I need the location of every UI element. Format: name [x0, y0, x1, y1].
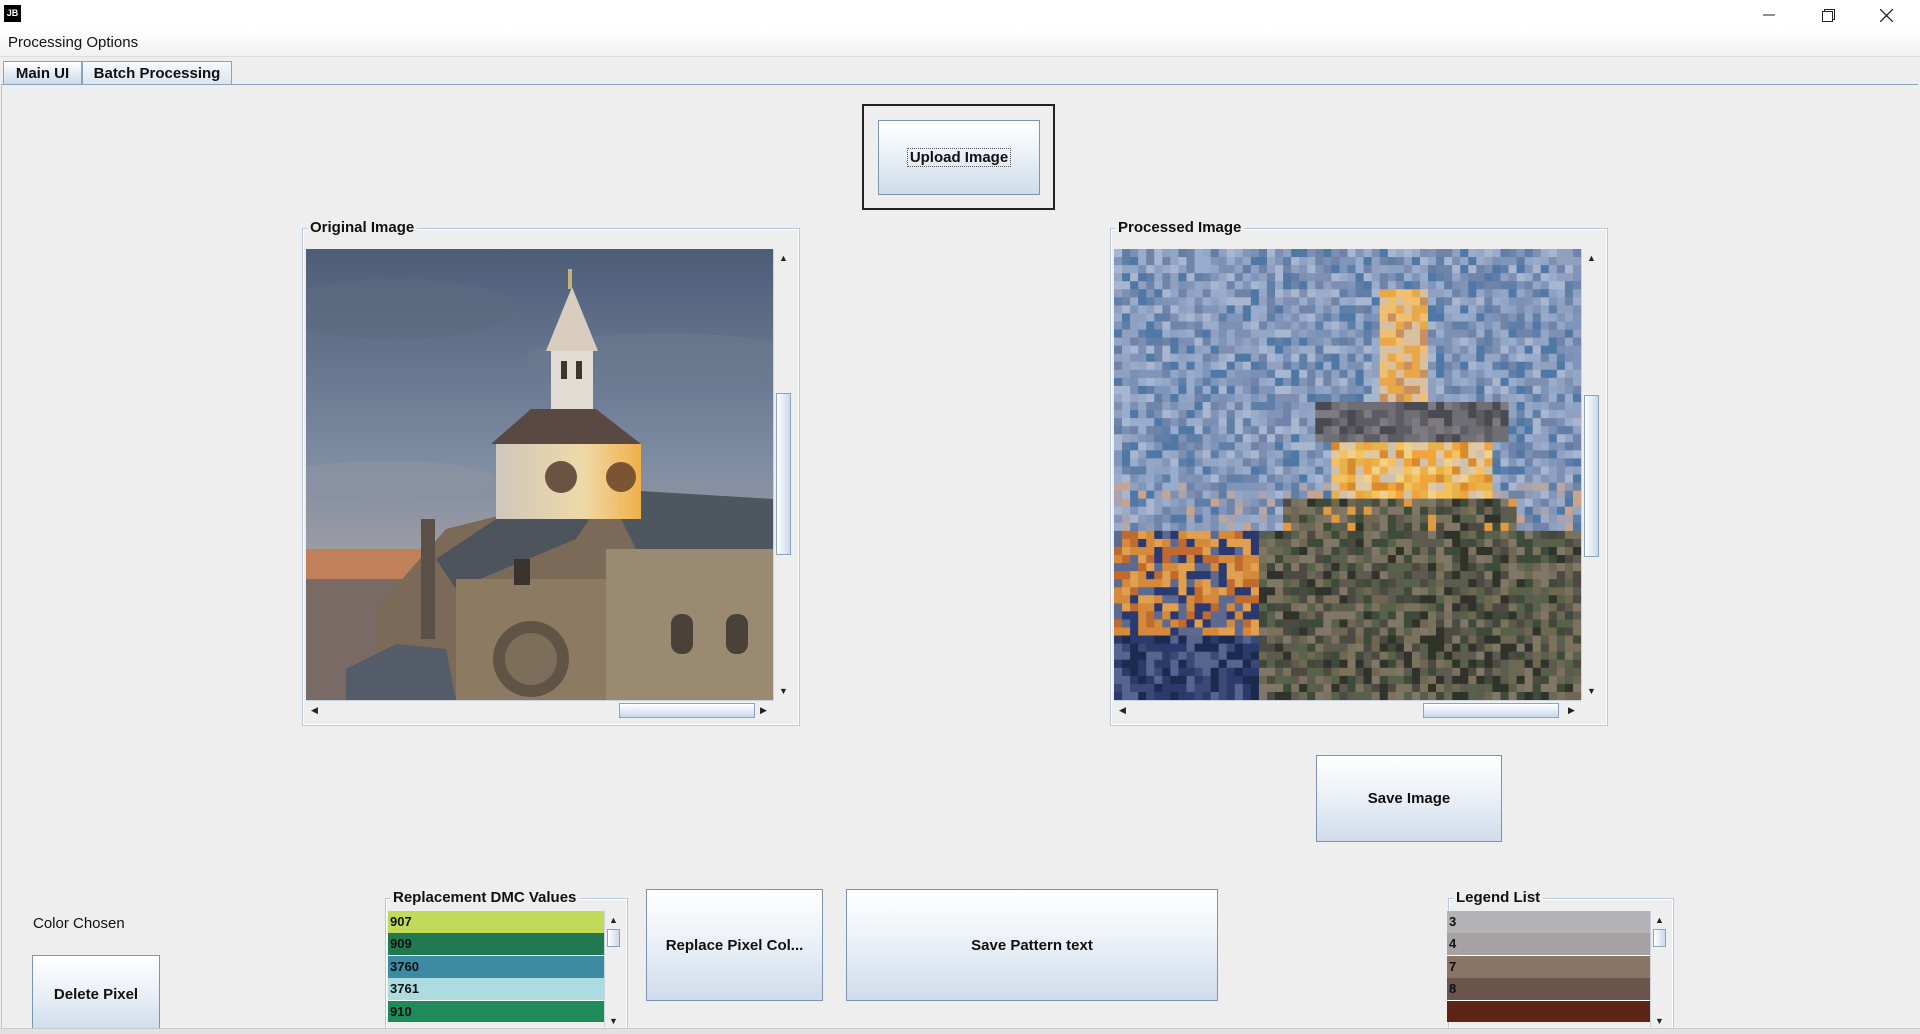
legend-list-title: Legend List [1453, 889, 1544, 906]
list-item[interactable]: 8 [1447, 978, 1650, 1001]
title-bar: JB [0, 0, 1920, 30]
scroll-down-icon[interactable]: ▼ [1583, 682, 1600, 699]
restore-icon[interactable] [1799, 0, 1857, 30]
menu-bar: Processing Options [0, 30, 1920, 57]
list-item[interactable]: 7 [1447, 955, 1650, 978]
tab-batch-processing[interactable]: Batch Processing [82, 61, 232, 84]
scroll-up-icon[interactable]: ▲ [1583, 249, 1600, 266]
scroll-down-icon[interactable]: ▼ [1651, 1015, 1668, 1027]
delete-pixel-button[interactable]: Delete Pixel [32, 955, 160, 1033]
list-item[interactable]: 3 [1447, 911, 1650, 933]
list-item[interactable]: 910 [388, 1000, 604, 1022]
main-ui-panel [1, 84, 1918, 1029]
scroll-right-icon[interactable]: ▶ [755, 702, 772, 719]
list-item[interactable]: 3760 [388, 955, 604, 978]
replacement-dmc-title: Replacement DMC Values [390, 889, 580, 906]
legend-list[interactable]: 3478 [1447, 911, 1650, 1022]
processed-horizontal-scrollbar[interactable]: ◀ ▶ [1114, 700, 1581, 720]
close-icon[interactable] [1857, 0, 1915, 30]
replacement-dmc-list[interactable]: 907 909 3760 3761 910 [388, 911, 604, 1022]
upload-image-label: Upload Image [906, 148, 1012, 167]
scroll-right-icon[interactable]: ▶ [1563, 702, 1580, 719]
original-image-title: Original Image [307, 219, 418, 236]
scroll-thumb[interactable] [1584, 395, 1599, 557]
scroll-up-icon[interactable]: ▲ [775, 249, 792, 266]
window-bottom-edge [0, 1028, 1920, 1034]
scroll-thumb[interactable] [619, 703, 755, 718]
scroll-left-icon[interactable]: ◀ [306, 702, 323, 719]
processed-image [1114, 249, 1581, 700]
scroll-thumb[interactable] [607, 929, 620, 947]
list-item[interactable] [1447, 1000, 1650, 1022]
replacement-list-scrollbar[interactable]: ▲ ▼ [604, 911, 622, 1027]
scroll-thumb[interactable] [1653, 929, 1666, 947]
upload-image-button[interactable]: Upload Image [878, 120, 1040, 195]
scroll-up-icon[interactable]: ▲ [1651, 911, 1668, 928]
processed-image-title: Processed Image [1115, 219, 1245, 236]
scroll-down-icon[interactable]: ▼ [775, 682, 792, 699]
tab-main-ui[interactable]: Main UI [3, 61, 82, 85]
replace-pixel-color-button[interactable]: Replace Pixel Col... [646, 889, 823, 1001]
minimize-icon[interactable] [1740, 0, 1798, 30]
list-item[interactable]: 909 [388, 933, 604, 956]
legend-list-scrollbar[interactable]: ▲ ▼ [1650, 911, 1668, 1027]
list-item[interactable]: 907 [388, 911, 604, 933]
scroll-thumb[interactable] [776, 393, 791, 555]
original-horizontal-scrollbar[interactable]: ◀ ▶ [306, 700, 773, 720]
save-pattern-text-button[interactable]: Save Pattern text [846, 889, 1218, 1001]
color-chosen-label: Color Chosen [33, 915, 125, 932]
scroll-left-icon[interactable]: ◀ [1114, 702, 1131, 719]
original-image [306, 249, 773, 700]
list-item[interactable]: 4 [1447, 933, 1650, 956]
menu-processing-options[interactable]: Processing Options [8, 34, 138, 51]
scroll-down-icon[interactable]: ▼ [605, 1015, 622, 1027]
scroll-up-icon[interactable]: ▲ [605, 911, 622, 928]
save-image-button[interactable]: Save Image [1316, 755, 1502, 842]
app-icon: JB [4, 5, 21, 22]
original-vertical-scrollbar[interactable]: ▲ ▼ [773, 249, 793, 700]
scroll-thumb[interactable] [1423, 703, 1559, 718]
processed-vertical-scrollbar[interactable]: ▲ ▼ [1581, 249, 1601, 700]
list-item[interactable]: 3761 [388, 978, 604, 1001]
